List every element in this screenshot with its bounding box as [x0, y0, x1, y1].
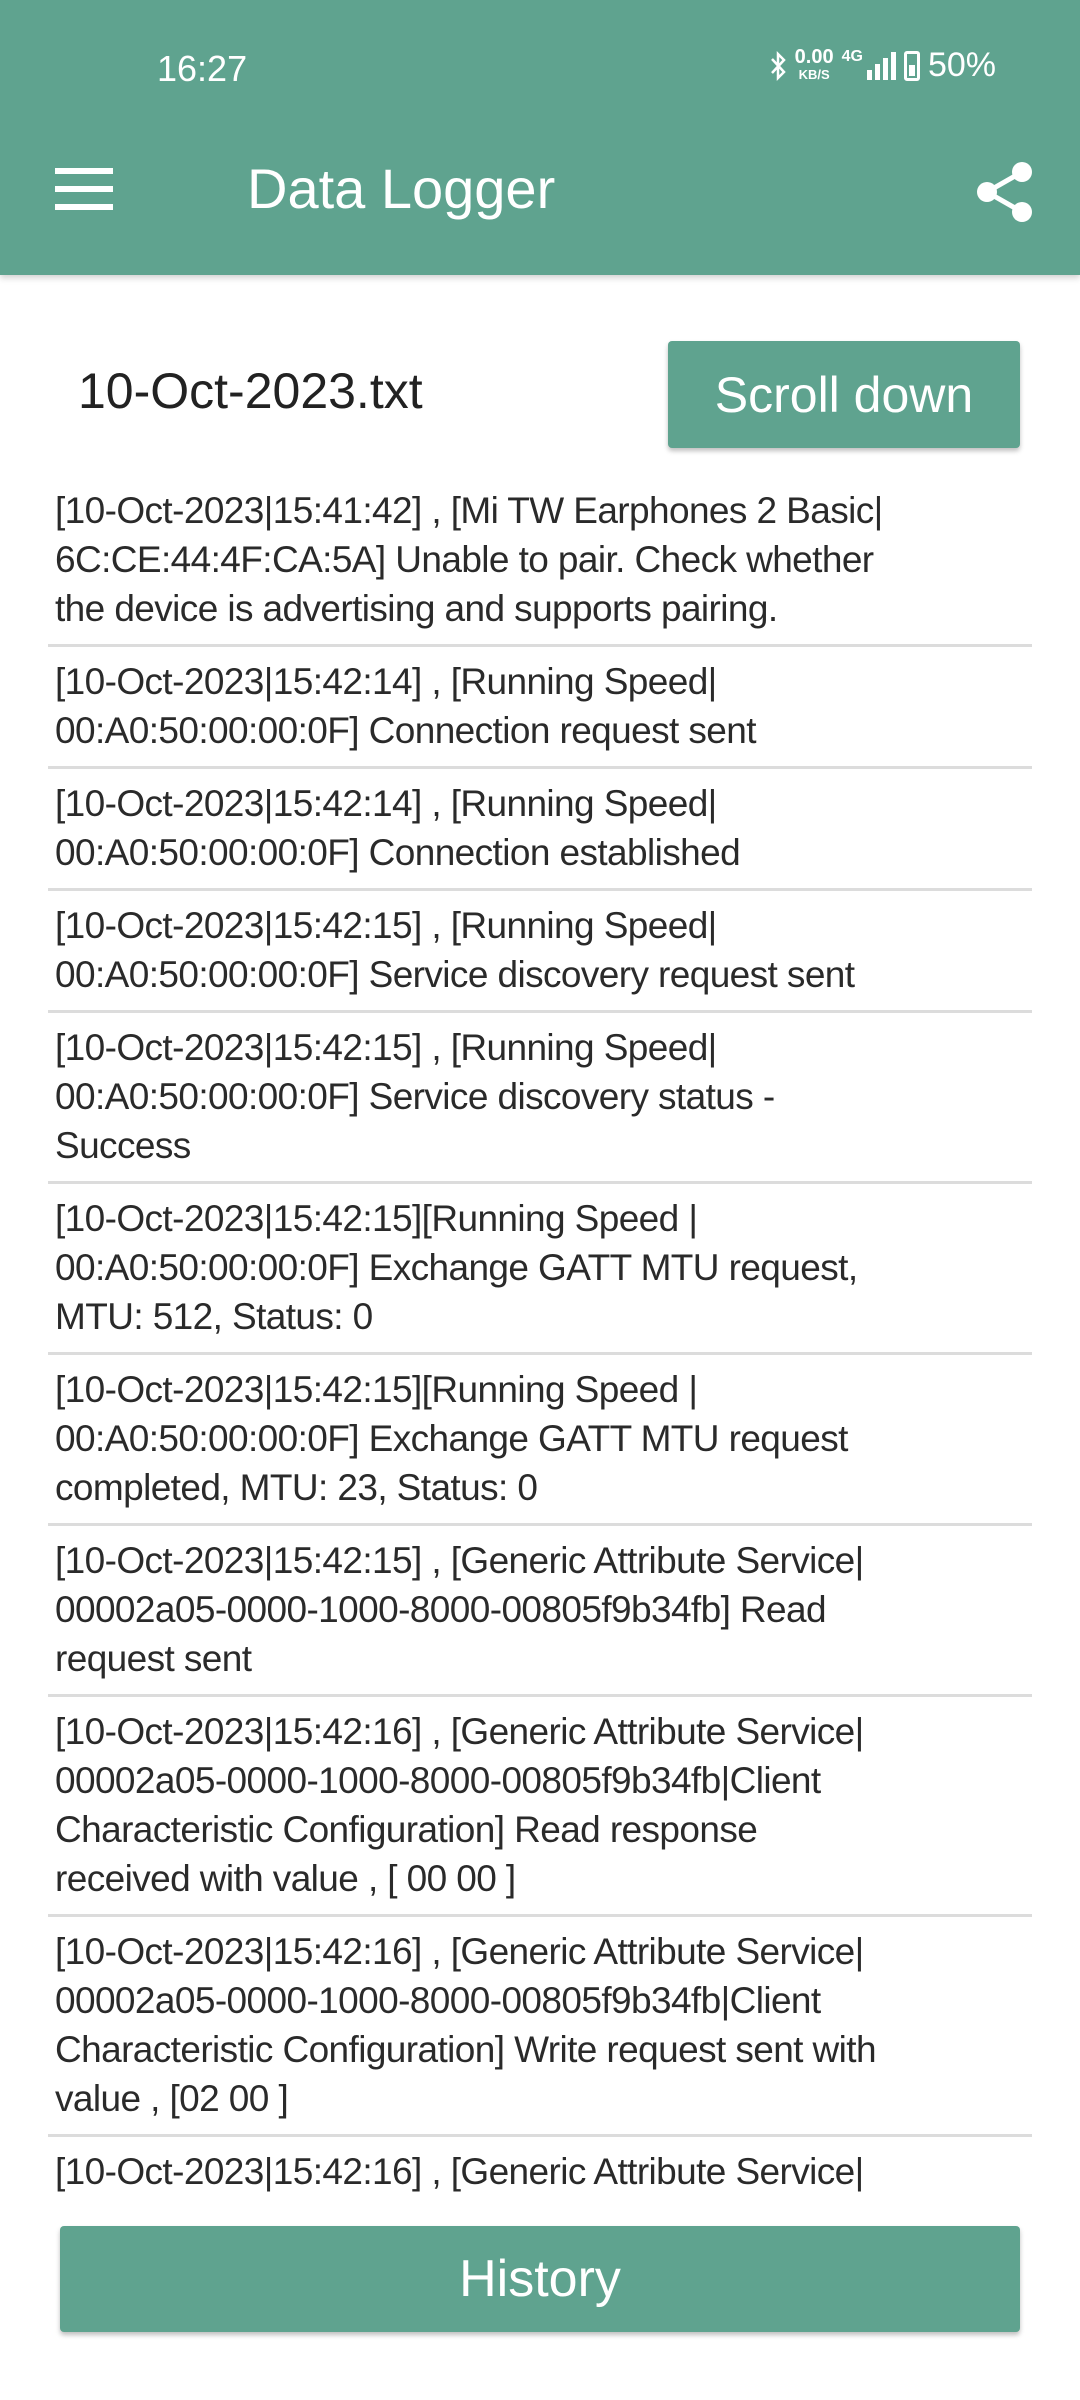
log-entry-line: [10-Oct-2023|15:42:15] , [Running Speed| — [55, 1027, 717, 1068]
log-entry-line: [10-Oct-2023|15:42:14] , [Running Speed| — [55, 661, 717, 702]
net-speed: 0.00 KB/S — [794, 45, 834, 84]
log-entry-line: 00002a05-0000-1000-8000-00805f9b34fb|Cli… — [55, 1980, 821, 2021]
network-type: 4G — [841, 48, 863, 65]
log-entry-line: 00:A0:50:00:00:0F] Service discovery req… — [55, 954, 855, 995]
page-title: Data Logger — [247, 157, 556, 220]
log-entry: [10-Oct-2023|15:42:15][Running Speed | 00… — [48, 1184, 1032, 1355]
scroll-down-button[interactable]: Scroll down — [668, 341, 1020, 448]
log-entry-line: request sent — [55, 1638, 252, 1679]
log-entry-line: [10-Oct-2023|15:42:16] , [Generic Attrib… — [55, 2151, 864, 2192]
log-entry: [10-Oct-2023|15:42:16] , [Generic Attrib… — [48, 2137, 1032, 2203]
log-entry-line: MTU: 512, Status: 0 — [55, 1296, 373, 1337]
log-entry: [10-Oct-2023|15:42:16] , [Generic Attrib… — [48, 1917, 1032, 2137]
log-entry-line: [10-Oct-2023|15:42:15][Running Speed | — [55, 1369, 698, 1410]
log-entry-line: Characteristic Configuration] Read respo… — [55, 1809, 758, 1850]
log-entry-line: 00002a05-0000-1000-8000-00805f9b34fb|Cli… — [55, 1760, 821, 1801]
battery-percent: 50% — [927, 46, 996, 84]
log-entry-line: [10-Oct-2023|15:42:15] , [Generic Attrib… — [55, 1540, 864, 1581]
log-entry: [10-Oct-2023|15:42:14] , [Running Speed|… — [48, 769, 1032, 891]
log-entry-line: 00:A0:50:00:00:0F] Service discovery sta… — [55, 1076, 775, 1117]
bluetooth-icon — [770, 50, 786, 81]
log-entry: [10-Oct-2023|15:42:16] , [Generic Attrib… — [48, 1697, 1032, 1917]
hamburger-menu-icon[interactable] — [55, 168, 113, 210]
log-entry-line: 00:A0:50:00:00:0F] Connection request se… — [55, 710, 757, 751]
net-speed-value: 0.00 — [794, 45, 834, 68]
log-entry-line: the device is advertising and supports p… — [55, 588, 778, 629]
log-entry-line: [10-Oct-2023|15:42:15][Running Speed | — [55, 1198, 698, 1239]
log-entry-line: received with value , [ 00 00 ] — [55, 1858, 516, 1899]
battery-icon — [903, 50, 920, 81]
log-entry-line: 00:A0:50:00:00:0F] Exchange GATT MTU req… — [55, 1418, 848, 1459]
log-entry-line: value , [02 00 ] — [55, 2078, 289, 2119]
log-entry: [10-Oct-2023|15:41:42] , [Mi TW Earphone… — [48, 476, 1032, 647]
signal-icon — [866, 51, 896, 80]
log-entry-line: 00:A0:50:00:00:0F] Exchange GATT MTU req… — [55, 1247, 858, 1288]
log-entry-line: Success — [55, 1125, 191, 1166]
log-entry: [10-Oct-2023|15:42:15][Running Speed | 00… — [48, 1355, 1032, 1526]
log-entry-line: [10-Oct-2023|15:42:16] , [Generic Attrib… — [55, 1711, 864, 1752]
log-entry-line: Characteristic Configuration] Write requ… — [55, 2029, 877, 2070]
log-entry-line: [10-Oct-2023|15:42:14] , [Running Speed| — [55, 783, 717, 824]
log-entry: [10-Oct-2023|15:42:15] , [Running Speed|… — [48, 891, 1032, 1013]
file-name: 10-Oct-2023.txt — [78, 363, 423, 419]
log-entry-line: [10-Oct-2023|15:42:16] , [Generic Attrib… — [55, 1931, 864, 1972]
net-speed-unit: KB/S — [798, 66, 830, 82]
log-entry: [10-Oct-2023|15:42:15] , [Generic Attrib… — [48, 1526, 1032, 1697]
log-entry-line: 00002a05-0000-1000-8000-00805f9b34fb] St… — [55, 2196, 1032, 2203]
log-entry-line: completed, MTU: 23, Status: 0 — [55, 1467, 538, 1508]
log-entry-line: [10-Oct-2023|15:41:42] , [Mi TW Earphone… — [55, 490, 883, 531]
status-time: 16:27 — [157, 48, 248, 89]
log-entry-line: 00002a05-0000-1000-8000-00805f9b34fb] Re… — [55, 1589, 827, 1630]
log-list[interactable]: [10-Oct-2023|15:41:42] , [Mi TW Earphone… — [48, 476, 1032, 2203]
app-bar: 16:27 0.00 KB/S 4G 50% Data Logger — [0, 0, 1080, 275]
share-icon[interactable] — [975, 160, 1035, 224]
log-entry-line: 6C:CE:44:4F:CA:5A] Unable to pair. Check… — [55, 539, 874, 580]
history-button[interactable]: History — [60, 2226, 1020, 2332]
status-icons: 0.00 KB/S 4G 50% — [769, 46, 996, 85]
log-entry: [10-Oct-2023|15:42:14] , [Running Speed|… — [48, 647, 1032, 769]
log-entry-line: [10-Oct-2023|15:42:15] , [Running Speed| — [55, 905, 717, 946]
log-entry: [10-Oct-2023|15:42:15] , [Running Speed|… — [48, 1013, 1032, 1184]
log-entry-line: 00:A0:50:00:00:0F] Connection establishe… — [55, 832, 741, 873]
